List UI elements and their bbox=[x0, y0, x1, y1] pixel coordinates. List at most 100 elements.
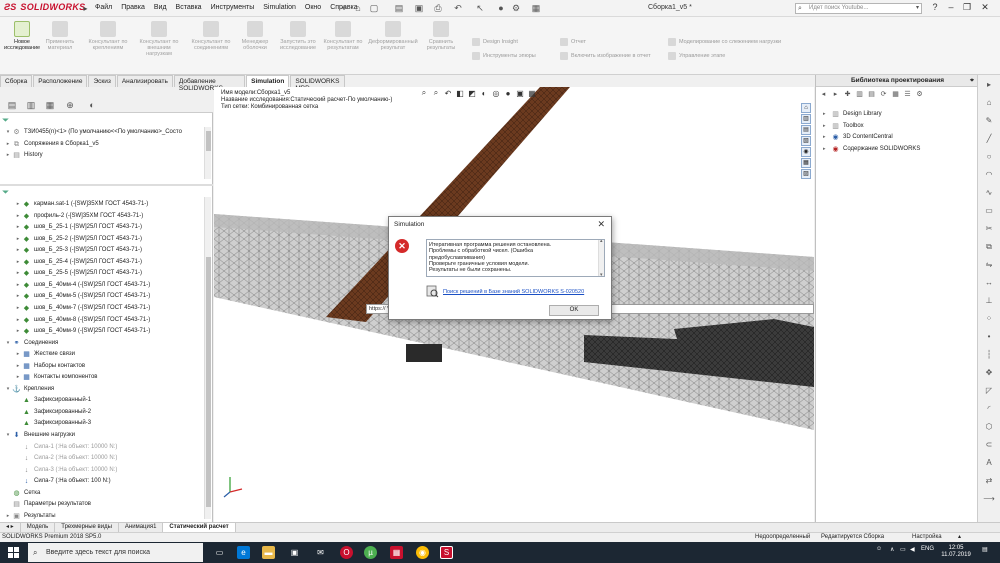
opera-icon[interactable]: O bbox=[340, 546, 353, 559]
tree-row[interactable]: ▸ ▤ History bbox=[4, 150, 43, 161]
pattern-icon[interactable]: ⁘ bbox=[983, 313, 995, 324]
previous-view-icon[interactable]: ↶ bbox=[443, 88, 453, 98]
ribbon-item-2[interactable]: Консультант по креплениям bbox=[86, 21, 130, 51]
expand-toggle-icon[interactable]: ▸ bbox=[823, 144, 831, 155]
expand-toggle-icon[interactable]: ▸ bbox=[4, 150, 12, 161]
expand-menu-icon[interactable]: ▸ bbox=[80, 3, 91, 14]
help-button[interactable]: ? bbox=[928, 2, 942, 12]
chamfer-icon[interactable]: ◸ bbox=[983, 385, 995, 396]
slot-icon[interactable]: ⊂ bbox=[983, 439, 995, 450]
point-icon[interactable]: • bbox=[983, 331, 995, 342]
convert-icon[interactable]: ⇄ bbox=[983, 475, 995, 486]
ribbon-item-6[interactable]: Запустить это исследование bbox=[278, 21, 318, 51]
expand-toggle-icon[interactable]: ▸ bbox=[14, 222, 22, 233]
expand-toggle-icon[interactable]: ▸ bbox=[14, 303, 22, 314]
load-tracking-button[interactable]: Моделирование со слежением нагрузки bbox=[668, 38, 781, 46]
close-pane-icon[interactable]: ▸ bbox=[983, 79, 995, 90]
select-icon[interactable]: ↖ bbox=[474, 2, 486, 14]
chrome-icon[interactable]: ◉ bbox=[416, 546, 429, 559]
rectangle-icon[interactable]: ▭ bbox=[983, 205, 995, 216]
options-icon[interactable]: ⚙ bbox=[510, 2, 522, 14]
tree-row[interactable]: ◍ Сетка bbox=[4, 488, 40, 499]
menu-item-6[interactable]: Окно bbox=[305, 4, 321, 11]
move-icon[interactable]: ✥ bbox=[983, 367, 995, 378]
feature-tree-scrollbar[interactable] bbox=[204, 127, 211, 179]
refresh-icon[interactable]: ⟳ bbox=[879, 89, 888, 98]
knowledge-base-link[interactable]: Поиск решений в Базе знаний SOLIDWORKS S… bbox=[443, 289, 584, 295]
menu-item-0[interactable]: Файл bbox=[95, 4, 112, 11]
tab-5[interactable]: Simulation bbox=[246, 75, 290, 87]
task-view-icon[interactable]: ▭ bbox=[213, 546, 226, 559]
forward-icon[interactable]: ▸ bbox=[831, 89, 840, 98]
tree-row[interactable]: ↓ Сила-1 (:На объект: 10000 N:) bbox=[14, 442, 118, 453]
fillet-icon[interactable]: ◜ bbox=[983, 403, 995, 414]
tree-row[interactable]: ↓ Сила-2 (:На объект: 10000 N:) bbox=[14, 453, 118, 464]
expand-toggle-icon[interactable]: ▸ bbox=[14, 234, 22, 245]
tree-row[interactable]: ▸ ▦ Контакты компонентов bbox=[14, 372, 98, 383]
tree-view-icon[interactable]: ▦ bbox=[891, 89, 900, 98]
tab-6[interactable]: SOLIDWORKS MBD bbox=[290, 75, 345, 92]
file-explorer-icon[interactable]: ▤ bbox=[801, 125, 811, 135]
tree-row[interactable]: ▾ ⚭ Соединения bbox=[4, 338, 59, 349]
panel-splitter[interactable] bbox=[0, 184, 213, 186]
ribbon-item-5[interactable]: Менеджер оболочки bbox=[238, 21, 272, 51]
offset-icon[interactable]: ⧉ bbox=[983, 241, 995, 252]
tree-row[interactable]: ▾ ⚙ ТЗИ0455(n)<1> (По умолчанию<<По умолча… bbox=[4, 127, 182, 138]
tree-row[interactable]: ▸ ◆ шов_Б_25-3 (-[SW]25Л ГОСТ 4543-71-) bbox=[14, 245, 142, 256]
close-button[interactable]: ✕ bbox=[978, 2, 992, 13]
expand-toggle-icon[interactable]: ▸ bbox=[14, 211, 22, 222]
tree-row[interactable]: ▸ ◆ профиль-2 (-[SW]35ХМ ГОСТ 4543-71-) bbox=[14, 211, 144, 222]
expand-toggle-icon[interactable]: ▸ bbox=[14, 349, 22, 360]
filter-icon[interactable]: ⏷ bbox=[2, 187, 9, 198]
arc-icon[interactable]: ◠ bbox=[983, 169, 995, 180]
text-icon[interactable]: A bbox=[983, 457, 995, 468]
open-icon[interactable]: ▤ bbox=[393, 2, 405, 14]
solidworks-taskbar-icon[interactable]: S bbox=[440, 546, 453, 559]
include-image-button[interactable]: Включить изображение в отчет bbox=[560, 52, 651, 60]
units-icon[interactable]: ▴ bbox=[958, 533, 961, 542]
circle-icon[interactable]: ○ bbox=[983, 151, 995, 162]
tree-row[interactable]: ▸ ◆ шов_Б_25-1 (-[SW]25Л ГОСТ 4543-71-) bbox=[14, 222, 142, 233]
add-to-library-icon[interactable]: ✚ bbox=[843, 89, 852, 98]
pin-icon[interactable]: ⌖ bbox=[338, 2, 350, 14]
restore-button[interactable]: ❐ bbox=[960, 2, 974, 13]
custom-props-icon[interactable]: ▦ bbox=[801, 158, 811, 168]
message-scrollbar[interactable] bbox=[598, 240, 604, 276]
home-icon[interactable]: ⌂ bbox=[983, 97, 995, 108]
user-icon[interactable]: ☺ bbox=[876, 546, 882, 552]
scene-icon[interactable]: ▣ bbox=[515, 88, 525, 98]
expand-toggle-icon[interactable]: ▾ bbox=[4, 338, 12, 349]
extend-icon[interactable]: ⟶ bbox=[983, 493, 995, 504]
expand-toggle-icon[interactable]: ▸ bbox=[823, 121, 831, 132]
utorrent-icon[interactable]: µ bbox=[364, 546, 377, 559]
mirror-icon[interactable]: ⇋ bbox=[983, 259, 995, 270]
expand-toggle-icon[interactable]: ▸ bbox=[823, 132, 831, 143]
polygon-icon[interactable]: ⬡ bbox=[983, 421, 995, 432]
zoom-area-icon[interactable]: ⌕ bbox=[431, 88, 441, 98]
library-item[interactable]: ▸ ◉ Содержание SOLIDWORKS bbox=[823, 144, 920, 155]
resources-icon[interactable]: ⌂ bbox=[801, 103, 811, 113]
file-explorer-icon[interactable]: ▬ bbox=[262, 546, 275, 559]
tab-4[interactable]: Добавление SOLIDWORKS bbox=[173, 75, 246, 92]
expand-toggle-icon[interactable]: ▾ bbox=[4, 430, 12, 441]
feature-tree-tab-icon[interactable]: ▤ bbox=[6, 99, 18, 111]
ribbon-item-7[interactable]: Консультант по результатам bbox=[322, 21, 364, 51]
tree-row[interactable]: ▸ ◆ шов_Б_25-5 (-[SW]25Л ГОСТ 4543-71-) bbox=[14, 268, 142, 279]
expand-toggle-icon[interactable]: ▸ bbox=[14, 372, 22, 383]
home-icon[interactable]: ⌂ bbox=[352, 2, 364, 14]
expand-toggle-icon[interactable]: ▸ bbox=[823, 109, 831, 120]
expand-toggle-icon[interactable]: ▾ bbox=[4, 384, 12, 395]
expand-toggle-icon[interactable]: ▸ bbox=[14, 257, 22, 268]
tree-row[interactable]: ▸ ◆ шов_Б_40мм-9 (-[SW]25Л ГОСТ 4543-71-) bbox=[14, 326, 150, 337]
trim-icon[interactable]: ✂ bbox=[983, 223, 995, 234]
library-icon[interactable]: ▥ bbox=[801, 114, 811, 124]
menu-item-2[interactable]: Вид bbox=[154, 4, 167, 11]
expand-toggle-icon[interactable]: ▸ bbox=[4, 511, 12, 522]
ribbon-item-9[interactable]: Сравнить результаты bbox=[425, 21, 457, 51]
tree-row[interactable]: ▲ Зафиксированный-1 bbox=[14, 395, 91, 406]
new-document-icon[interactable]: ▢ bbox=[368, 2, 380, 14]
tab-1[interactable]: Расположение bbox=[33, 75, 88, 87]
tree-row[interactable]: ▾ ⬇ Внешние нагрузки bbox=[4, 430, 75, 441]
forum-icon[interactable]: ▨ bbox=[801, 169, 811, 179]
zoom-fit-icon[interactable]: ⌕ bbox=[419, 88, 429, 98]
